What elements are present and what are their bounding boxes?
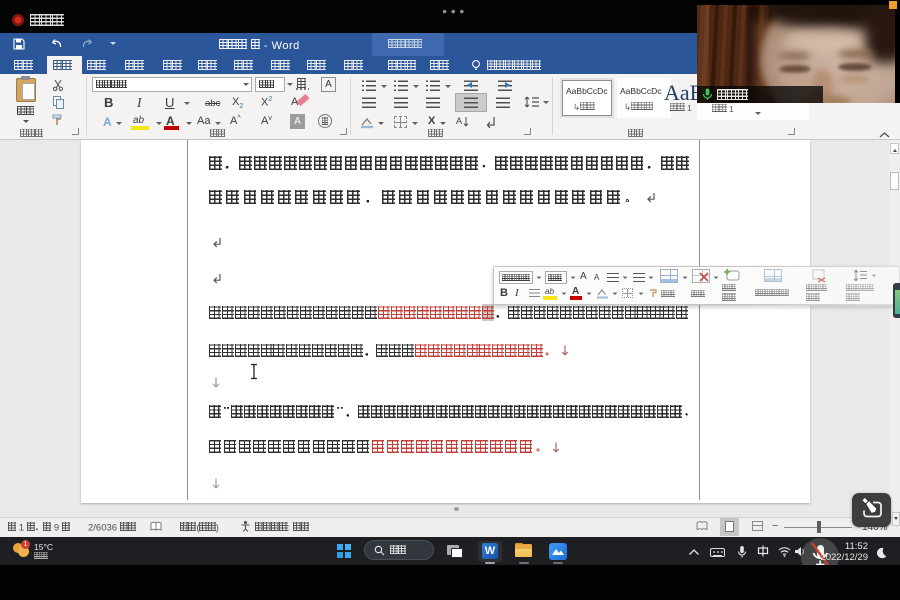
svg-text:A: A bbox=[456, 116, 462, 126]
